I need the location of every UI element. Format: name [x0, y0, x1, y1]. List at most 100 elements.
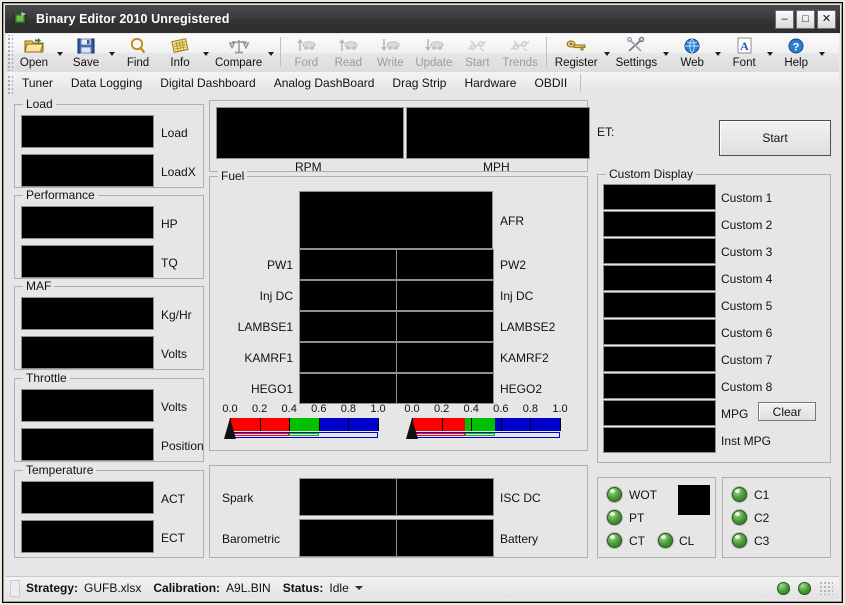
tab-drag-strip[interactable]: Drag Strip	[383, 73, 455, 93]
group-custom-display: Custom Display Custom 1 Custom 2 Custom …	[597, 167, 831, 463]
readout-isc-dc[interactable]	[396, 478, 494, 516]
readout-custom-6[interactable]	[603, 319, 716, 345]
led-ct	[607, 533, 622, 548]
toolbar-dropdown-save[interactable]	[107, 35, 117, 65]
readout-throttle-volts[interactable]	[21, 389, 154, 422]
tab-hardware[interactable]: Hardware	[455, 73, 525, 93]
readout-load-loadx[interactable]	[21, 154, 154, 187]
readout-barometric[interactable]	[299, 519, 397, 557]
toolbar-dropdown-info[interactable]	[201, 35, 211, 65]
readout-inj-dc[interactable]	[396, 280, 494, 311]
toolbar-button-start[interactable]: Start	[456, 34, 498, 69]
gauge-tickmark	[500, 418, 502, 431]
readout-load-load[interactable]	[21, 115, 154, 148]
gauge-tickmark	[318, 418, 320, 431]
group-engine: Spark ISC DC Barometric Battery	[209, 465, 588, 558]
minimize-button[interactable]: –	[775, 9, 794, 29]
readout-spark[interactable]	[299, 478, 397, 516]
readout-temperature-ect[interactable]	[21, 520, 154, 553]
toolbar-button-ford[interactable]: Ford	[285, 34, 327, 69]
toolbar-button-compare[interactable]: Compare	[211, 34, 266, 69]
toolbar-dropdown-register[interactable]	[602, 35, 612, 65]
toolbar-button-save[interactable]: Save	[65, 34, 107, 69]
close-button[interactable]: ✕	[817, 9, 836, 29]
readout-label: KAMRF2	[500, 351, 549, 365]
start-button[interactable]: Start	[719, 120, 831, 156]
readout-afr[interactable]	[299, 191, 493, 249]
toolbar-dropdown-open[interactable]	[55, 35, 65, 65]
clear-mpg-button[interactable]: Clear	[758, 402, 816, 421]
readout-lambse1[interactable]	[299, 311, 397, 342]
gauge-thumb[interactable]	[224, 418, 236, 439]
gauge-scale	[230, 418, 379, 431]
readout-hego1[interactable]	[299, 373, 397, 404]
readout-pw2[interactable]	[396, 249, 494, 280]
toolbar-button-find[interactable]: Find	[117, 34, 159, 69]
gauge-thumb[interactable]	[406, 418, 418, 439]
readout-custom-3[interactable]	[603, 238, 716, 264]
readout-hego2[interactable]	[396, 373, 494, 404]
readout-lambse2[interactable]	[396, 311, 494, 342]
toolbar-button-register[interactable]: Register	[551, 34, 602, 69]
toolbar-button-read[interactable]: Read	[327, 34, 369, 69]
gauge-tick-label: 0.4	[281, 403, 297, 415]
toolbar-button-web[interactable]: Web	[671, 34, 713, 69]
readout-custom-5[interactable]	[603, 292, 716, 318]
gauge-tick-label: 0.8	[340, 403, 357, 415]
readout-custom-7[interactable]	[603, 346, 716, 372]
tabbar-grip[interactable]	[6, 73, 13, 94]
readout-mpg[interactable]	[603, 400, 716, 426]
toolbar-button-settings[interactable]: Settings	[612, 34, 662, 69]
toolbar-dropdown-settings[interactable]	[661, 35, 671, 65]
readout-performance-hp[interactable]	[21, 206, 154, 239]
toolbar-grip[interactable]	[6, 35, 13, 71]
toolbar-dropdown-help[interactable]	[817, 35, 827, 65]
readout-temperature-act[interactable]	[21, 481, 154, 514]
gauge-bank1[interactable]: 0.0 0.2 0.4 0.6 0.8 1.0	[222, 403, 386, 443]
readout-custom-2[interactable]	[603, 211, 716, 237]
toolbar-button-label: Info	[170, 57, 190, 69]
toolbar-dropdown-web[interactable]	[713, 35, 723, 65]
readout-battery[interactable]	[396, 519, 494, 557]
readout-maf-kg-hr[interactable]	[21, 297, 154, 330]
gauge-tickmark	[289, 418, 291, 431]
readout-throttle-position[interactable]	[21, 428, 154, 461]
toolbar-button-update[interactable]: Update	[411, 34, 456, 69]
toolbar-button-open[interactable]: Open	[13, 34, 55, 69]
status-label: Status:	[282, 581, 324, 595]
readout-inst-mpg[interactable]	[603, 427, 716, 453]
toolbar-button-trends[interactable]: Trends	[498, 34, 541, 69]
tab-digital-dashboard[interactable]: Digital Dashboard	[151, 73, 264, 93]
readout-custom-1[interactable]	[603, 184, 716, 210]
toolbar-button-font[interactable]: A Font	[723, 34, 765, 69]
toolbar-button-info[interactable]: Info	[159, 34, 201, 69]
et-label: ET:	[597, 125, 615, 139]
toolbar-dropdown-compare[interactable]	[266, 35, 276, 65]
chevron-down-icon[interactable]	[354, 586, 363, 590]
readout-mode-indicator[interactable]	[678, 485, 710, 515]
gauge-segment-mid	[289, 418, 319, 431]
tab-obdii[interactable]: OBDII	[525, 73, 576, 93]
tab-analog-dashboard[interactable]: Analog DashBoard	[265, 73, 384, 93]
readout-custom-4[interactable]	[603, 265, 716, 291]
readout-custom-8[interactable]	[603, 373, 716, 399]
readout-mph[interactable]	[406, 107, 590, 159]
readout-label: Load	[161, 126, 188, 140]
tab-data-logging[interactable]: Data Logging	[62, 73, 151, 93]
readout-kamrf2[interactable]	[396, 342, 494, 373]
readout-performance-tq[interactable]	[21, 245, 154, 278]
toolbar-button-help[interactable]: ? Help	[775, 34, 817, 69]
gauge-bank2[interactable]: 0.0 0.2 0.4 0.6 0.8 1.0	[404, 403, 568, 443]
status-cell[interactable]: Status: Idle	[277, 578, 369, 599]
resize-grip[interactable]	[819, 581, 833, 595]
gauge-tickmark	[348, 418, 350, 431]
toolbar-dropdown-font[interactable]	[765, 35, 775, 65]
readout-inj-dc[interactable]	[299, 280, 397, 311]
toolbar-button-write[interactable]: Write	[369, 34, 411, 69]
maximize-button[interactable]: □	[796, 9, 815, 29]
readout-rpm[interactable]	[216, 107, 404, 159]
readout-maf-volts[interactable]	[21, 336, 154, 369]
readout-pw1[interactable]	[299, 249, 397, 280]
readout-kamrf1[interactable]	[299, 342, 397, 373]
tab-tuner[interactable]: Tuner	[13, 73, 62, 93]
